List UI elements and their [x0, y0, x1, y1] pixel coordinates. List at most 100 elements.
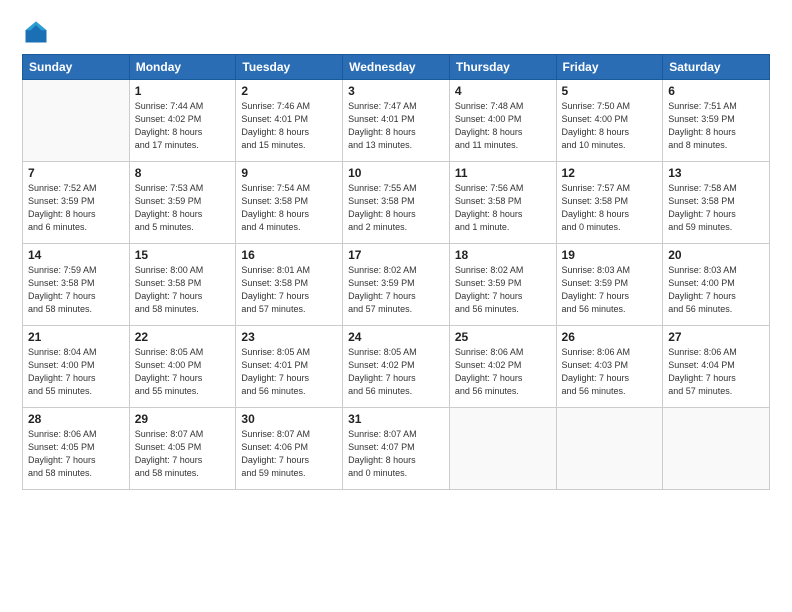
- calendar-cell: 26 Sunrise: 8:06 AM Sunset: 4:03 PM Dayli…: [556, 326, 663, 408]
- calendar-cell: 13 Sunrise: 7:58 AM Sunset: 3:58 PM Dayli…: [663, 162, 770, 244]
- day-number: 30: [241, 412, 337, 426]
- calendar-cell: 3 Sunrise: 7:47 AM Sunset: 4:01 PM Daylig…: [343, 80, 450, 162]
- calendar-cell: 2 Sunrise: 7:46 AM Sunset: 4:01 PM Daylig…: [236, 80, 343, 162]
- calendar-cell: 21Sunrise: 8:04 AM Sunset: 4:00 PM Dayli…: [23, 326, 130, 408]
- day-info: Sunrise: 8:06 AM Sunset: 4:05 PM Dayligh…: [28, 428, 124, 480]
- day-info: Sunrise: 7:54 AM Sunset: 3:58 PM Dayligh…: [241, 182, 337, 234]
- day-number: 4: [455, 84, 551, 98]
- weekday-header-row: SundayMondayTuesdayWednesdayThursdayFrid…: [23, 55, 770, 80]
- calendar-cell: 18 Sunrise: 8:02 AM Sunset: 3:59 PM Dayli…: [449, 244, 556, 326]
- day-number: 26: [562, 330, 658, 344]
- day-number: 3: [348, 84, 444, 98]
- day-number: 9: [241, 166, 337, 180]
- day-number: 23: [241, 330, 337, 344]
- day-number: 21: [28, 330, 124, 344]
- day-info: Sunrise: 8:07 AM Sunset: 4:06 PM Dayligh…: [241, 428, 337, 480]
- weekday-header-cell: Wednesday: [343, 55, 450, 80]
- day-number: 18: [455, 248, 551, 262]
- day-info: Sunrise: 8:06 AM Sunset: 4:03 PM Dayligh…: [562, 346, 658, 398]
- day-number: 2: [241, 84, 337, 98]
- calendar-cell: 25 Sunrise: 8:06 AM Sunset: 4:02 PM Dayli…: [449, 326, 556, 408]
- calendar-cell: 19 Sunrise: 8:03 AM Sunset: 3:59 PM Dayli…: [556, 244, 663, 326]
- day-info: Sunrise: 7:52 AM Sunset: 3:59 PM Dayligh…: [28, 182, 124, 234]
- weekday-header-cell: Saturday: [663, 55, 770, 80]
- logo: [22, 18, 54, 46]
- weekday-header-cell: Sunday: [23, 55, 130, 80]
- day-info: Sunrise: 8:00 AM Sunset: 3:58 PM Dayligh…: [135, 264, 231, 316]
- day-info: Sunrise: 8:06 AM Sunset: 4:02 PM Dayligh…: [455, 346, 551, 398]
- day-number: 20: [668, 248, 764, 262]
- day-info: Sunrise: 8:07 AM Sunset: 4:05 PM Dayligh…: [135, 428, 231, 480]
- day-number: 11: [455, 166, 551, 180]
- header: [22, 18, 770, 46]
- calendar-cell: 1 Sunrise: 7:44 AM Sunset: 4:02 PM Daylig…: [129, 80, 236, 162]
- calendar-cell: 29 Sunrise: 8:07 AM Sunset: 4:05 PM Dayli…: [129, 408, 236, 490]
- day-number: 25: [455, 330, 551, 344]
- calendar-cell: 9 Sunrise: 7:54 AM Sunset: 3:58 PM Daylig…: [236, 162, 343, 244]
- calendar-week-row: 21Sunrise: 8:04 AM Sunset: 4:00 PM Dayli…: [23, 326, 770, 408]
- weekday-header-cell: Friday: [556, 55, 663, 80]
- weekday-header-cell: Monday: [129, 55, 236, 80]
- day-number: 22: [135, 330, 231, 344]
- calendar-cell: 10 Sunrise: 7:55 AM Sunset: 3:58 PM Dayli…: [343, 162, 450, 244]
- day-info: Sunrise: 8:03 AM Sunset: 3:59 PM Dayligh…: [562, 264, 658, 316]
- day-number: 16: [241, 248, 337, 262]
- day-info: Sunrise: 8:02 AM Sunset: 3:59 PM Dayligh…: [455, 264, 551, 316]
- day-info: Sunrise: 7:53 AM Sunset: 3:59 PM Dayligh…: [135, 182, 231, 234]
- day-info: Sunrise: 8:05 AM Sunset: 4:01 PM Dayligh…: [241, 346, 337, 398]
- day-info: Sunrise: 7:50 AM Sunset: 4:00 PM Dayligh…: [562, 100, 658, 152]
- calendar-week-row: 1 Sunrise: 7:44 AM Sunset: 4:02 PM Daylig…: [23, 80, 770, 162]
- calendar-cell: 22 Sunrise: 8:05 AM Sunset: 4:00 PM Dayli…: [129, 326, 236, 408]
- calendar-week-row: 14Sunrise: 7:59 AM Sunset: 3:58 PM Dayli…: [23, 244, 770, 326]
- calendar-cell: 5 Sunrise: 7:50 AM Sunset: 4:00 PM Daylig…: [556, 80, 663, 162]
- day-number: 15: [135, 248, 231, 262]
- calendar-cell: 31Sunrise: 8:07 AM Sunset: 4:07 PM Dayli…: [343, 408, 450, 490]
- day-info: Sunrise: 8:05 AM Sunset: 4:00 PM Dayligh…: [135, 346, 231, 398]
- calendar-cell: 17 Sunrise: 8:02 AM Sunset: 3:59 PM Dayli…: [343, 244, 450, 326]
- calendar-cell: 6 Sunrise: 7:51 AM Sunset: 3:59 PM Daylig…: [663, 80, 770, 162]
- calendar-cell: 15 Sunrise: 8:00 AM Sunset: 3:58 PM Dayli…: [129, 244, 236, 326]
- day-info: Sunrise: 8:01 AM Sunset: 3:58 PM Dayligh…: [241, 264, 337, 316]
- day-number: 13: [668, 166, 764, 180]
- calendar-cell: 12Sunrise: 7:57 AM Sunset: 3:58 PM Dayli…: [556, 162, 663, 244]
- weekday-header-cell: Tuesday: [236, 55, 343, 80]
- day-number: 17: [348, 248, 444, 262]
- weekday-header-cell: Thursday: [449, 55, 556, 80]
- day-number: 6: [668, 84, 764, 98]
- day-number: 8: [135, 166, 231, 180]
- day-number: 7: [28, 166, 124, 180]
- day-number: 27: [668, 330, 764, 344]
- calendar: SundayMondayTuesdayWednesdayThursdayFrid…: [22, 54, 770, 490]
- calendar-cell: 30 Sunrise: 8:07 AM Sunset: 4:06 PM Dayli…: [236, 408, 343, 490]
- calendar-cell: [23, 80, 130, 162]
- day-info: Sunrise: 7:44 AM Sunset: 4:02 PM Dayligh…: [135, 100, 231, 152]
- day-number: 1: [135, 84, 231, 98]
- day-info: Sunrise: 7:47 AM Sunset: 4:01 PM Dayligh…: [348, 100, 444, 152]
- calendar-week-row: 7 Sunrise: 7:52 AM Sunset: 3:59 PM Daylig…: [23, 162, 770, 244]
- calendar-cell: [663, 408, 770, 490]
- day-info: Sunrise: 8:06 AM Sunset: 4:04 PM Dayligh…: [668, 346, 764, 398]
- calendar-cell: 27 Sunrise: 8:06 AM Sunset: 4:04 PM Dayli…: [663, 326, 770, 408]
- day-info: Sunrise: 8:05 AM Sunset: 4:02 PM Dayligh…: [348, 346, 444, 398]
- day-number: 24: [348, 330, 444, 344]
- day-info: Sunrise: 7:46 AM Sunset: 4:01 PM Dayligh…: [241, 100, 337, 152]
- day-info: Sunrise: 7:56 AM Sunset: 3:58 PM Dayligh…: [455, 182, 551, 234]
- day-number: 28: [28, 412, 124, 426]
- day-info: Sunrise: 7:58 AM Sunset: 3:58 PM Dayligh…: [668, 182, 764, 234]
- day-info: Sunrise: 7:55 AM Sunset: 3:58 PM Dayligh…: [348, 182, 444, 234]
- calendar-cell: 7 Sunrise: 7:52 AM Sunset: 3:59 PM Daylig…: [23, 162, 130, 244]
- calendar-cell: [449, 408, 556, 490]
- calendar-cell: 4Sunrise: 7:48 AM Sunset: 4:00 PM Daylig…: [449, 80, 556, 162]
- day-number: 5: [562, 84, 658, 98]
- calendar-body: 1 Sunrise: 7:44 AM Sunset: 4:02 PM Daylig…: [23, 80, 770, 490]
- calendar-cell: 28 Sunrise: 8:06 AM Sunset: 4:05 PM Dayli…: [23, 408, 130, 490]
- day-info: Sunrise: 7:57 AM Sunset: 3:58 PM Dayligh…: [562, 182, 658, 234]
- day-info: Sunrise: 7:51 AM Sunset: 3:59 PM Dayligh…: [668, 100, 764, 152]
- page: SundayMondayTuesdayWednesdayThursdayFrid…: [0, 0, 792, 612]
- day-number: 10: [348, 166, 444, 180]
- day-info: Sunrise: 8:02 AM Sunset: 3:59 PM Dayligh…: [348, 264, 444, 316]
- calendar-cell: 16 Sunrise: 8:01 AM Sunset: 3:58 PM Dayli…: [236, 244, 343, 326]
- day-number: 29: [135, 412, 231, 426]
- day-number: 19: [562, 248, 658, 262]
- day-number: 31: [348, 412, 444, 426]
